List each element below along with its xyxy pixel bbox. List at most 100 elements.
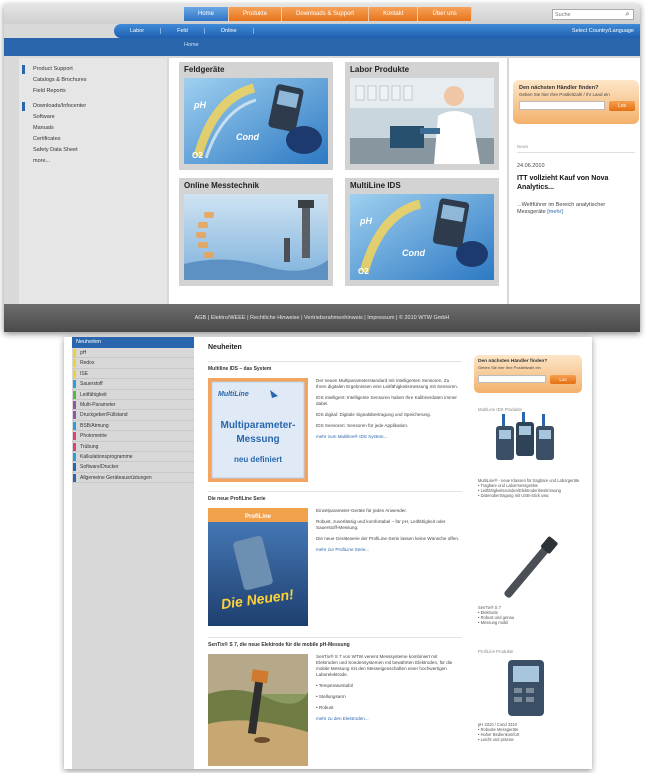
dealer-go-button[interactable]: Los	[550, 375, 576, 384]
category-item[interactable]: Sauerstoff	[72, 379, 194, 390]
cond-label: Cond	[402, 248, 425, 258]
nav-tab-contact[interactable]: Kontakt	[369, 7, 419, 21]
category-item[interactable]: Kalkulationsprogramme	[72, 452, 194, 463]
section-paragraph: IDS Sensoren: Sensoren für jede Applikat…	[316, 423, 409, 428]
category-item[interactable]: Druckgeber/Füllstand	[72, 410, 194, 421]
section-paragraph: • Robust	[316, 705, 334, 710]
banner-top: ProfiLine	[245, 514, 272, 520]
subnav-labor[interactable]: Labor	[114, 28, 162, 34]
section-paragraph: • Temperaturstabil	[316, 683, 353, 688]
sidebar-item-safety-data[interactable]: Safety Data Sheet	[19, 145, 167, 156]
dealer-go-button[interactable]: Los	[609, 101, 635, 111]
news-more-link[interactable]: [mehr]	[547, 209, 563, 215]
footer-links[interactable]: AGB | Elektro/WEEE | Rechtliche Hinweise…	[4, 304, 640, 332]
category-list: pH Redox ISE Sauerstoff Leitfähigkeit Multi-P…	[72, 348, 194, 484]
left-sidebar: Product Support Catalogs & Brochures Fie…	[19, 58, 167, 304]
dealer-postcode-input[interactable]	[519, 101, 605, 110]
field-meter-cond-image: pH Cond O2	[184, 78, 328, 164]
section-paragraph: • Stellungsarm	[316, 694, 346, 699]
o2-label: O2	[192, 151, 203, 160]
sentix-block: SenTix® S 7 • Elektrode • Robust und gen…	[478, 533, 582, 625]
banner-line1: Multiparameter-	[220, 420, 295, 431]
sidebar-item-catalogs[interactable]: Catalogs & Brochures	[19, 75, 167, 86]
section-paragraph: IDS intelligent: Intelligente Sensoren h…	[316, 395, 457, 406]
breadcrumb-bar: Home	[4, 38, 640, 56]
section-paragraph: Die neue Geräteserie der ProfiLine-Serie…	[316, 536, 460, 541]
section-more-link[interactable]: mehr zum Multiline® IDS System...	[316, 434, 460, 440]
category-item[interactable]: Redox	[72, 358, 194, 369]
section-heading: SenTix® S 7, die neue Elektrode für die …	[208, 642, 350, 648]
category-item[interactable]: Software/Drucker	[72, 462, 194, 473]
news-headline[interactable]: ITT vollzieht Kauf von Nova Analytics...	[517, 174, 635, 192]
ph-label: pH	[193, 100, 206, 110]
electrode-field-image	[208, 654, 308, 766]
block-line: • Datenübertragung mit USB-Stick usw.	[478, 493, 550, 498]
o2-label: O2	[358, 267, 369, 276]
dealer-subtext: Geben Sie hier Ihre Postleitzahl / Ihr L…	[519, 92, 610, 97]
dealer-finder-box: Den nächsten Händler finden? Geben Sie h…	[474, 355, 582, 393]
category-item[interactable]: ISE	[72, 369, 194, 380]
tile-multiline-ids[interactable]: MultiLine IDS pH Cond O2	[345, 178, 499, 286]
multiline-handhelds-image[interactable]	[478, 412, 582, 476]
section-more-link[interactable]: mehr zu den Elektroden...	[316, 716, 460, 722]
page-title: Neuheiten	[208, 344, 242, 351]
category-item[interactable]: Allgemeine Geräteausrüstungen	[72, 473, 194, 484]
category-item[interactable]: Photometrie	[72, 431, 194, 442]
banner-line3: neu definiert	[234, 455, 282, 464]
sidebar-item-field-reports[interactable]: Field Reports	[19, 86, 167, 97]
block-line: • Messung mobil	[478, 620, 509, 625]
section-paragraph: Robust, zuverlässig und komfortabel – fü…	[316, 519, 446, 530]
sidebar-item-more[interactable]: more...	[19, 156, 167, 167]
right-column: Den nächsten Händler finden? Geben Sie h…	[472, 337, 586, 769]
tile-lab-products[interactable]: Labor Produkte	[345, 62, 499, 170]
section-more-link[interactable]: mehr zur ProfiLine Serie...	[316, 547, 460, 553]
category-item[interactable]: Multi-Parameter	[72, 400, 194, 411]
section-heading: Multiline IDS – das System	[208, 366, 272, 372]
sidebar-item-manuals[interactable]: Manuals	[19, 123, 167, 134]
category-sidebar: Neuheiten pH Redox ISE Sauerstoff Leitfähigk…	[72, 337, 194, 769]
sidebar-item-downloads[interactable]: Downloads/Infocenter	[19, 101, 167, 112]
nav-tab-downloads-support[interactable]: Downloads & Support	[282, 7, 370, 21]
section-body: Einzelparameter-Geräte für jeden Anwende…	[316, 508, 460, 558]
sentix-electrode-image[interactable]	[478, 533, 582, 603]
subnav-online[interactable]: Online	[205, 28, 254, 34]
tile-title: Online Messtechnik	[184, 181, 260, 190]
category-item[interactable]: Trübung	[72, 442, 194, 452]
category-item[interactable]: BSB/Atmung	[72, 421, 194, 432]
news-text: ...Weltführer im Bereich analytischer Me…	[517, 202, 606, 215]
profiline-meter-image[interactable]	[478, 654, 582, 720]
product-tiles: Feldgeräte pH Cond O2 Labor Produkte Onl…	[169, 58, 507, 304]
search-icon[interactable]: ⌕	[623, 10, 632, 19]
nav-tab-about[interactable]: Über uns	[418, 7, 472, 21]
dealer-postcode-input[interactable]	[478, 375, 546, 383]
sidebar-item-software[interactable]: Software	[19, 112, 167, 123]
section-paragraph: IDS digital: Digitale Signalübertragung …	[316, 412, 431, 417]
dealer-finder-box: Den nächsten Händler finden? Geben Sie h…	[513, 80, 639, 124]
news-section-multiline: Multiline IDS – das System MultiLine Mul…	[208, 361, 462, 487]
search-input[interactable]	[553, 10, 623, 19]
tile-online-measurement[interactable]: Online Messtechnik	[179, 178, 333, 286]
cond-label: Cond	[236, 132, 259, 142]
sidebar-head-neuheiten[interactable]: Neuheiten	[72, 337, 194, 348]
category-item[interactable]: Leitfähigkeit	[72, 390, 194, 400]
section-body: Der neuen Multiparameterstandard mit int…	[316, 378, 460, 445]
dealer-subtext: Geben Sie hier Ihre Postleitzahl ein	[478, 365, 541, 370]
category-item[interactable]: pH	[72, 348, 194, 359]
tile-field-devices[interactable]: Feldgeräte pH Cond O2	[179, 62, 333, 170]
nav-tab-products[interactable]: Produkte	[229, 7, 283, 21]
country-language-select[interactable]: Select Country/Language	[572, 28, 640, 34]
nav-tab-home[interactable]: Home	[184, 7, 230, 21]
right-column: Den nächsten Händler finden? Geben Sie h…	[509, 58, 640, 304]
sidebar-item-certificates[interactable]: Certificates	[19, 134, 167, 145]
news-main: Neuheiten Multiline IDS – das System Mul…	[202, 337, 466, 769]
tile-title: Feldgeräte	[184, 65, 225, 74]
breadcrumb[interactable]: Home	[184, 42, 199, 48]
news-section-profiline: Die neue ProfiLine Serie ProfiLine Die N…	[208, 491, 462, 633]
profiline-banner-image: ProfiLine Die Neuen!	[208, 508, 308, 626]
news-page-screenshot: Neuheiten pH Redox ISE Sauerstoff Leitfähigk…	[64, 337, 592, 769]
section-body: SenTix® S 7 von WTW vereint Messsysteme …	[316, 654, 460, 727]
tile-title: Labor Produkte	[350, 65, 410, 74]
sidebar-item-product-support[interactable]: Product Support	[19, 64, 167, 75]
subnav-feld[interactable]: Feld	[161, 28, 205, 34]
multiline-meter-image: pH Cond O2	[350, 194, 494, 280]
